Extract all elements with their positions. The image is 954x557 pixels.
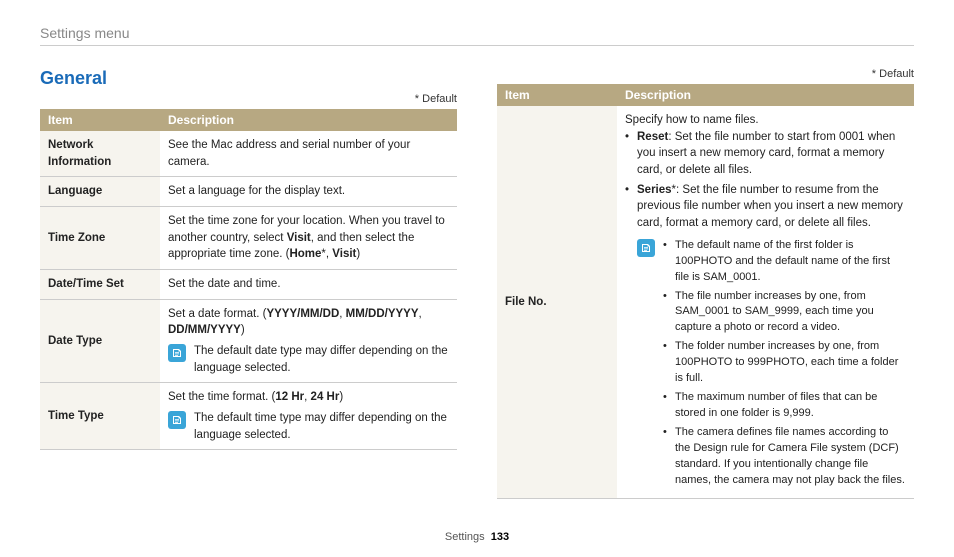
desc-cell: See the Mac address and serial number of… [160, 131, 457, 177]
note-text: The default date type may differ dependi… [194, 343, 449, 376]
col-header-item: Item [40, 109, 160, 131]
list-item: Series*: Set the file number to resume f… [625, 182, 906, 232]
table-row: Network InformationSee the Mac address a… [40, 131, 457, 177]
item-cell: Date/Time Set [40, 270, 160, 300]
breadcrumb: Settings menu [40, 25, 914, 41]
section-title: General [40, 68, 457, 89]
item-cell: Language [40, 177, 160, 207]
left-column: General * Default Item Description Netwo… [40, 68, 457, 499]
desc-cell: Set a language for the display text. [160, 177, 457, 207]
divider [40, 45, 914, 46]
desc-cell: Set a date format. (YYYY/MM/DD, MM/DD/YY… [160, 299, 457, 383]
item-cell: Date Type [40, 299, 160, 383]
table-row: File No. Specify how to name files. Rese… [497, 106, 914, 498]
default-note-right: * Default [497, 68, 914, 80]
list-item: The file number increases by one, from S… [663, 289, 906, 337]
list-item: Reset: Set the file number to start from… [625, 129, 906, 179]
col-header-desc: Description [160, 109, 457, 131]
right-column: * Default Item Description File No. Spec… [497, 68, 914, 499]
settings-table-left: Item Description Network InformationSee … [40, 109, 457, 450]
list-item: The folder number increases by one, from… [663, 339, 906, 387]
table-row: Time TypeSet the time format. (12 Hr, 24… [40, 383, 457, 450]
table-row: Date TypeSet a date format. (YYYY/MM/DD,… [40, 299, 457, 383]
item-cell: Network Information [40, 131, 160, 177]
footer-section: Settings [445, 531, 485, 543]
note-block: The default name of the first folder is … [637, 238, 906, 492]
item-cell: Time Type [40, 383, 160, 450]
page-footer: Settings 133 [0, 531, 954, 543]
footer-page: 133 [491, 531, 509, 543]
item-cell: Time Zone [40, 207, 160, 270]
note-icon [637, 239, 655, 257]
col-header-desc: Description [617, 84, 914, 106]
desc-cell: Set the time zone for your location. Whe… [160, 207, 457, 270]
content-columns: General * Default Item Description Netwo… [40, 68, 914, 499]
list-item: The camera defines file names according … [663, 425, 906, 489]
list-item: The maximum number of files that can be … [663, 390, 906, 422]
bullet-list: Reset: Set the file number to start from… [625, 129, 906, 232]
note-icon [168, 411, 186, 429]
item-cell: File No. [497, 106, 617, 498]
desc-cell: Set the date and time. [160, 270, 457, 300]
note-icon [168, 344, 186, 362]
desc-cell: Set the time format. (12 Hr, 24 Hr)The d… [160, 383, 457, 450]
col-header-item: Item [497, 84, 617, 106]
note-text: The default time type may differ dependi… [194, 410, 449, 443]
note-bullet-list: The default name of the first folder is … [663, 238, 906, 492]
default-note-left: * Default [40, 93, 457, 105]
note-row: The default date type may differ dependi… [168, 343, 449, 376]
list-item: The default name of the first folder is … [663, 238, 906, 286]
table-row: Date/Time SetSet the date and time. [40, 270, 457, 300]
note-row: The default time type may differ dependi… [168, 410, 449, 443]
intro-text: Specify how to name files. [625, 112, 906, 129]
table-row: LanguageSet a language for the display t… [40, 177, 457, 207]
table-row: Time ZoneSet the time zone for your loca… [40, 207, 457, 270]
desc-cell: Specify how to name files. Reset: Set th… [617, 106, 914, 498]
settings-table-right: Item Description File No. Specify how to… [497, 84, 914, 499]
